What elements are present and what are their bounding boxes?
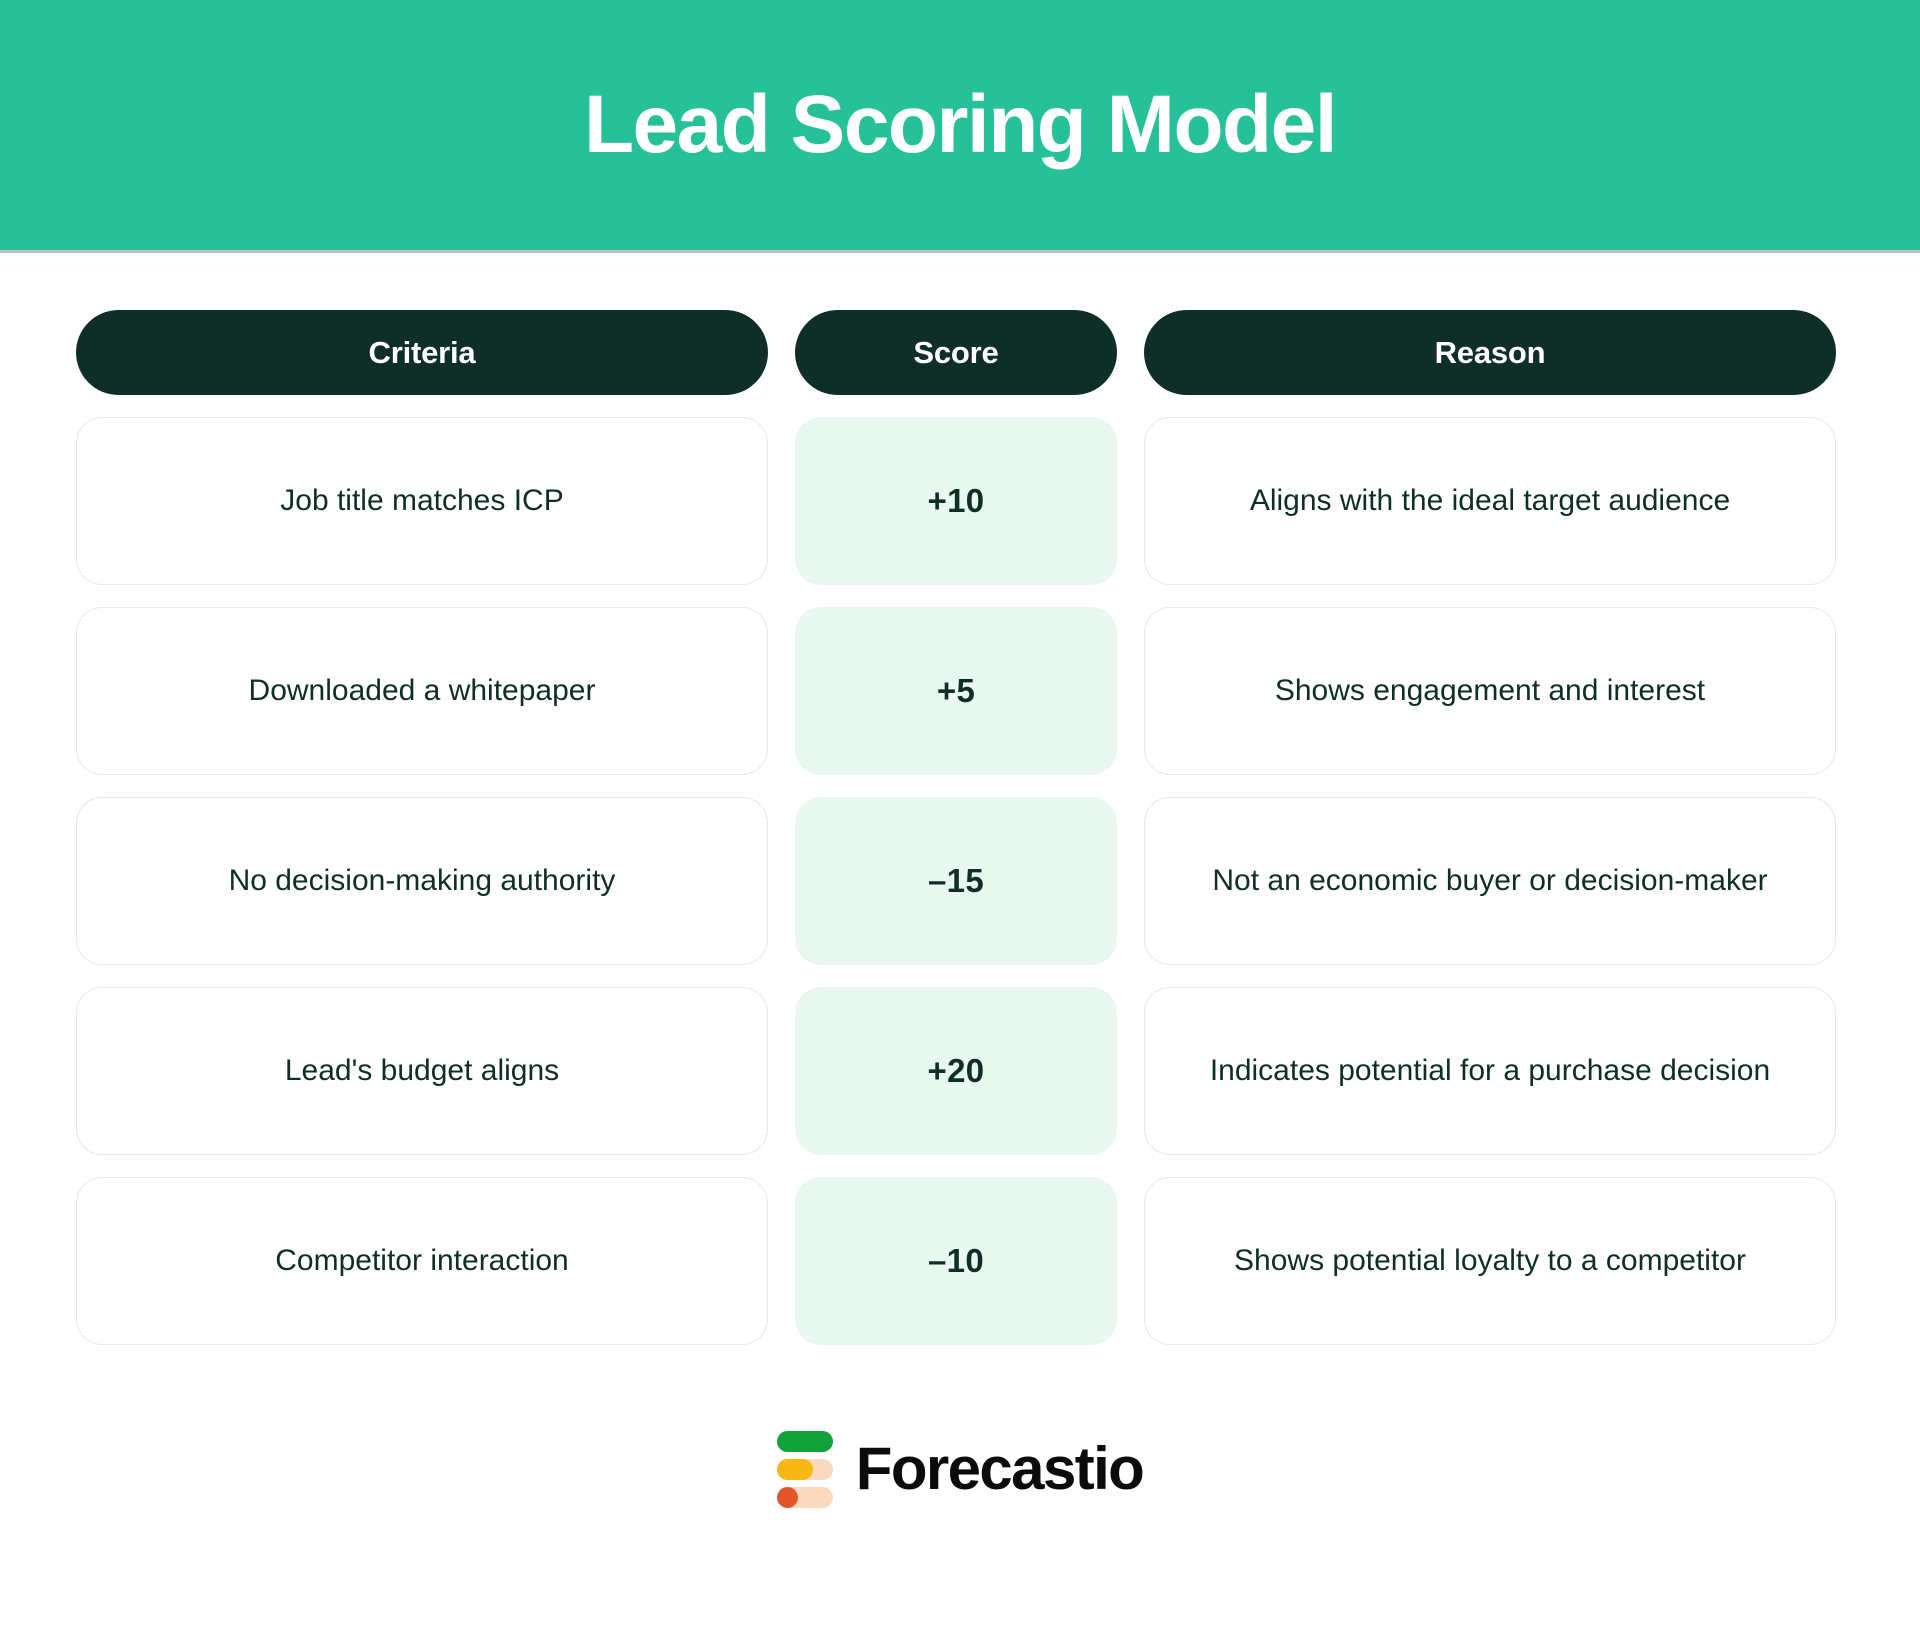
column-gap <box>768 607 795 775</box>
reason-cell: Aligns with the ideal target audience <box>1144 417 1836 585</box>
score-value: –10 <box>928 1241 984 1279</box>
table-row: Job title matches ICP +10 Aligns with th… <box>76 417 1844 585</box>
score-cell: +20 <box>795 987 1117 1155</box>
green-bar-icon <box>776 1430 833 1452</box>
criteria-text: Competitor interaction <box>275 1243 569 1277</box>
score-value: +10 <box>927 481 985 519</box>
reason-cell: Shows engagement and interest <box>1144 607 1836 775</box>
column-header-criteria: Criteria <box>76 310 768 395</box>
criteria-text: Lead's budget aligns <box>284 1053 560 1087</box>
column-header-reason-label: Reason <box>1434 334 1546 370</box>
column-header-criteria-label: Criteria <box>368 334 476 370</box>
column-gap <box>1117 987 1144 1155</box>
reason-text: Not an economic buyer or decision-maker <box>1212 863 1768 897</box>
reason-text: Aligns with the ideal target audience <box>1249 483 1731 517</box>
reason-text: Shows potential loyalty to a competitor <box>1234 1243 1746 1277</box>
forecastio-logo-icon <box>776 1430 833 1508</box>
column-gap <box>1117 797 1144 965</box>
column-gap <box>1117 607 1144 775</box>
score-cell: +10 <box>795 417 1117 585</box>
criteria-cell: Competitor interaction <box>76 1177 768 1345</box>
column-gap <box>768 987 795 1155</box>
criteria-cell: Downloaded a whitepaper <box>76 607 768 775</box>
criteria-cell: Job title matches ICP <box>76 417 768 585</box>
reason-cell: Indicates potential for a purchase decis… <box>1144 987 1836 1155</box>
column-header-score-label: Score <box>913 334 999 370</box>
infographic-page: Lead Scoring Model Criteria Score Reason… <box>0 0 1920 1629</box>
column-header-score: Score <box>795 310 1117 395</box>
table-row: Downloaded a whitepaper +5 Shows engagem… <box>76 607 1844 775</box>
column-gap <box>768 797 795 965</box>
scoring-table: Criteria Score Reason Job title matches … <box>0 253 1920 1345</box>
amber-bar-fill <box>776 1458 813 1480</box>
header-banner: Lead Scoring Model <box>0 0 1920 253</box>
score-cell: –15 <box>795 797 1117 965</box>
green-bar-fill <box>776 1430 833 1452</box>
reason-cell: Not an economic buyer or decision-maker <box>1144 797 1836 965</box>
criteria-text: Downloaded a whitepaper <box>248 673 596 707</box>
reason-text: Indicates potential for a purchase decis… <box>1209 1053 1771 1087</box>
forecastio-wordmark: Forecastio <box>855 1435 1145 1502</box>
reason-cell: Shows potential loyalty to a competitor <box>1144 1177 1836 1345</box>
criteria-cell: Lead's budget aligns <box>76 987 768 1155</box>
score-value: –15 <box>928 861 984 899</box>
table-row: No decision-making authority –15 Not an … <box>76 797 1844 965</box>
column-header-reason: Reason <box>1144 310 1836 395</box>
column-gap <box>1117 1177 1144 1345</box>
column-gap <box>768 417 795 585</box>
reason-text: Shows engagement and interest <box>1274 673 1706 707</box>
footer: Forecastio <box>0 1345 1920 1629</box>
orange-dot-fill <box>776 1486 798 1508</box>
score-cell: +5 <box>795 607 1117 775</box>
criteria-text: No decision-making authority <box>228 863 616 897</box>
column-gap <box>1117 417 1144 585</box>
criteria-cell: No decision-making authority <box>76 797 768 965</box>
score-value: +20 <box>927 1051 985 1089</box>
score-cell: –10 <box>795 1177 1117 1345</box>
table-row: Lead's budget aligns +20 Indicates poten… <box>76 987 1844 1155</box>
table-header-row: Criteria Score Reason <box>76 310 1844 395</box>
orange-dot-icon <box>776 1486 833 1508</box>
column-gap <box>768 310 795 395</box>
criteria-text: Job title matches ICP <box>280 483 564 517</box>
page-title: Lead Scoring Model <box>583 79 1338 170</box>
column-gap <box>1117 310 1144 395</box>
forecastio-logo: Forecastio <box>776 1430 1145 1508</box>
column-gap <box>768 1177 795 1345</box>
amber-bar-icon <box>776 1458 833 1480</box>
score-value: +5 <box>936 671 976 709</box>
table-row: Competitor interaction –10 Shows potenti… <box>76 1177 1844 1345</box>
